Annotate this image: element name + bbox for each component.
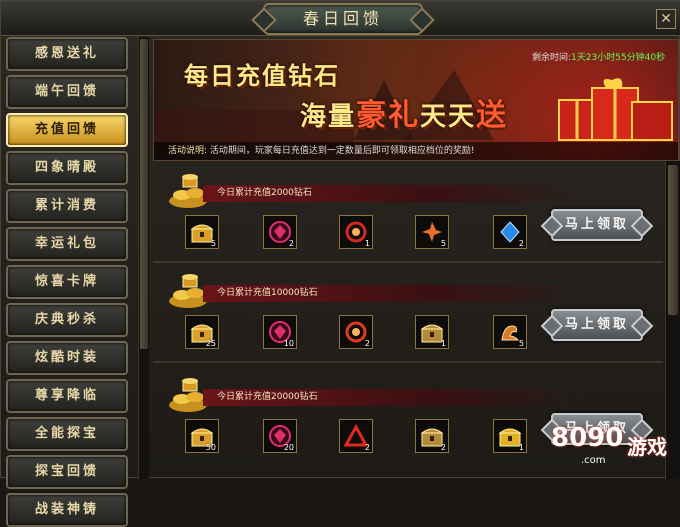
watermark-domain: .com	[581, 455, 606, 466]
reward-item[interactable]: 1	[493, 419, 527, 453]
activity-description: 活动说明: 活动期间，玩家每日充值达到一定数量后即可领取相应档位的奖励!	[154, 142, 678, 160]
reward-tier: 今日累计充值10000钻石 25 10 2 1 5 马上领取	[153, 269, 663, 365]
watermark-number: 8090	[551, 423, 624, 453]
divider	[153, 261, 663, 263]
reward-item[interactable]: 1	[415, 315, 449, 349]
reward-item[interactable]: 5	[493, 315, 527, 349]
reward-item[interactable]: 2	[339, 419, 373, 453]
reward-item[interactable]: 2	[493, 215, 527, 249]
close-button[interactable]: ✕	[656, 9, 676, 29]
reward-item[interactable]: 50	[185, 419, 219, 453]
reward-tier: 今日累计充值2000钻石 5 2 1 5 2 马上领取	[153, 169, 663, 265]
reward-item[interactable]: 10	[263, 315, 297, 349]
reward-item-qty: 5	[440, 239, 446, 248]
sidebar-item[interactable]: 庆典秒杀	[6, 303, 128, 337]
sidebar-item[interactable]: 四象晴殿	[6, 151, 128, 185]
reward-item-qty: 2	[364, 443, 370, 452]
reward-item-qty: 1	[364, 239, 370, 248]
sidebar-item[interactable]: 炫酷时装	[6, 341, 128, 375]
banner-word-4: 送	[476, 98, 509, 133]
reward-tier-title: 今日累计充值2000钻石	[203, 185, 583, 202]
claim-button[interactable]: 马上领取	[551, 209, 643, 241]
reward-tier-title: 今日累计充值20000钻石	[203, 389, 583, 406]
sidebar: 感恩送礼端午回馈充值回馈四象晴殿累计消费幸运礼包惊喜卡牌庆典秒杀炫酷时装尊享降临…	[5, 37, 133, 527]
reward-item-qty: 2	[288, 239, 294, 248]
reward-item[interactable]: 25	[185, 315, 219, 349]
countdown-label: 剩余时间:	[532, 53, 572, 63]
sidebar-item[interactable]: 探宝回馈	[6, 455, 128, 489]
sidebar-item[interactable]: 惊喜卡牌	[6, 265, 128, 299]
sidebar-scrollbar[interactable]	[138, 37, 149, 479]
banner-headline: 每日充值钻石	[184, 61, 340, 90]
activity-desc-text: 活动期间，玩家每日充值达到一定数量后即可领取相应档位的奖励!	[209, 146, 475, 156]
event-window: 春日回馈 ✕ 感恩送礼端午回馈充值回馈四象晴殿累计消费幸运礼包惊喜卡牌庆典秒杀炫…	[0, 0, 680, 527]
reward-item-qty: 2	[364, 339, 370, 348]
activity-desc-label: 活动说明:	[168, 146, 208, 156]
reward-item-qty: 20	[283, 443, 294, 452]
divider	[153, 361, 663, 363]
sidebar-item[interactable]: 累计消费	[6, 189, 128, 223]
sidebar-item[interactable]: 充值回馈	[6, 113, 128, 147]
countdown-value: 1天23小时55分钟40秒	[571, 53, 666, 63]
countdown: 剩余时间:1天23小时55分钟40秒	[532, 50, 665, 63]
reward-item[interactable]: 2	[263, 215, 297, 249]
reward-item[interactable]: 20	[263, 419, 297, 453]
reward-item[interactable]: 2	[415, 419, 449, 453]
banner-word-1: 海量	[300, 102, 357, 132]
site-watermark: 8090 游戏 .com	[551, 421, 679, 477]
title-bar: 春日回馈 ✕	[1, 1, 680, 36]
reward-item-qty: 5	[210, 239, 216, 248]
reward-item[interactable]: 1	[339, 215, 373, 249]
sidebar-item[interactable]: 尊享降临	[6, 379, 128, 413]
sidebar-scroll-thumb[interactable]	[140, 39, 148, 349]
window-title: 春日回馈	[263, 3, 423, 35]
sidebar-item[interactable]: 全能探宝	[6, 417, 128, 451]
watermark-text: 游戏	[627, 435, 667, 459]
reward-item-qty: 10	[283, 339, 294, 348]
event-banner: 剩余时间:1天23小时55分钟40秒 每日充值钻石 海量豪礼天天送 活动说明: …	[153, 39, 679, 161]
reward-item[interactable]: 2	[339, 315, 373, 349]
reward-item[interactable]: 5	[415, 215, 449, 249]
reward-item[interactable]: 5	[185, 215, 219, 249]
claim-button[interactable]: 马上领取	[551, 309, 643, 341]
reward-item-qty: 2	[518, 239, 524, 248]
banner-word-3: 天天	[420, 102, 477, 132]
sidebar-item[interactable]: 感恩送礼	[6, 37, 128, 71]
reward-item-qty: 1	[518, 443, 524, 452]
sidebar-item[interactable]: 端午回馈	[6, 75, 128, 109]
reward-scroll-thumb[interactable]	[668, 165, 678, 315]
reward-item-qty: 25	[205, 339, 216, 348]
banner-word-2: 豪礼	[356, 98, 421, 133]
reward-item-qty: 5	[518, 339, 524, 348]
banner-subheadline: 海量豪礼天天送	[300, 90, 508, 134]
reward-item-qty: 2	[440, 443, 446, 452]
reward-item-qty: 50	[205, 443, 216, 452]
sidebar-item[interactable]: 幸运礼包	[6, 227, 128, 261]
reward-item-qty: 1	[440, 339, 446, 348]
sidebar-item[interactable]: 战装神铸	[6, 493, 128, 527]
reward-tier-title: 今日累计充值10000钻石	[203, 285, 583, 302]
